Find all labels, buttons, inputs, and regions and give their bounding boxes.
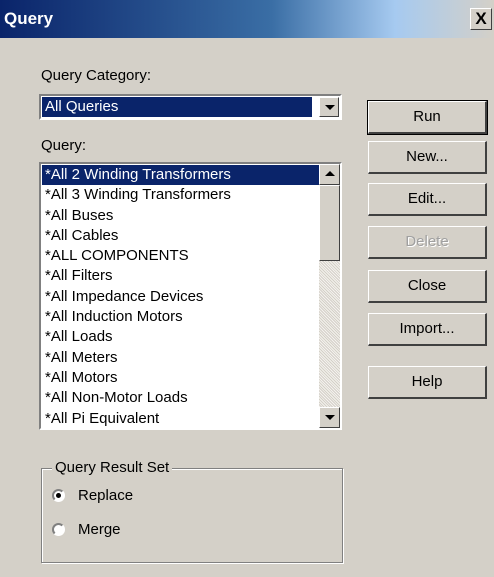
scroll-thumb[interactable] <box>319 185 340 261</box>
query-list-items: *All 2 Winding Transformers *All 3 Windin… <box>42 165 319 428</box>
list-item[interactable]: *All Pi Equivalent <box>42 409 319 428</box>
query-category-value: All Queries <box>42 97 312 117</box>
query-list[interactable]: *All 2 Winding Transformers *All 3 Windin… <box>39 162 342 430</box>
close-icon: X <box>475 9 487 28</box>
list-item[interactable]: *All Buses <box>42 206 319 226</box>
close-button[interactable]: X <box>470 8 492 30</box>
list-item[interactable]: *All Non-Motor Loads <box>42 388 319 408</box>
query-category-select[interactable]: All Queries <box>39 94 342 120</box>
title-bar: Query X <box>0 0 494 38</box>
list-item[interactable]: *All Induction Motors <box>42 307 319 327</box>
scroll-down-button[interactable] <box>319 407 340 428</box>
query-category-label: Query Category: <box>41 67 152 84</box>
radio-merge-label: Merge <box>78 521 121 538</box>
query-result-set-title: Query Result Set <box>52 459 173 476</box>
radio-button[interactable] <box>52 489 65 502</box>
query-list-scrollbar[interactable] <box>319 164 340 428</box>
arrow-down-icon <box>325 415 335 420</box>
run-button[interactable]: Run <box>367 100 488 135</box>
chevron-down-icon <box>325 105 335 110</box>
list-item[interactable]: *ALL COMPONENTS <box>42 246 319 266</box>
list-item[interactable]: *All 3 Winding Transformers <box>42 185 319 205</box>
arrow-up-icon <box>325 171 335 176</box>
list-item[interactable]: *All Impedance Devices <box>42 287 319 307</box>
query-result-set-group: Query Result Set Replace Merge <box>41 459 343 563</box>
list-item[interactable]: *All Meters <box>42 348 319 368</box>
help-button[interactable]: Help <box>368 366 487 399</box>
window-title: Query <box>4 9 54 28</box>
list-item[interactable]: *All Filters <box>42 266 319 286</box>
delete-button: Delete <box>368 226 487 259</box>
new-button[interactable]: New... <box>368 141 487 174</box>
import-button[interactable]: Import... <box>368 313 487 346</box>
radio-selected-dot <box>56 493 61 498</box>
list-item[interactable]: *All Loads <box>42 327 319 347</box>
scroll-up-button[interactable] <box>319 164 340 185</box>
radio-button[interactable] <box>52 523 65 536</box>
list-item[interactable]: *All 2 Winding Transformers <box>42 165 319 186</box>
close-dialog-button[interactable]: Close <box>368 270 487 303</box>
query-category-dropdown-button[interactable] <box>319 97 339 117</box>
list-item[interactable]: *All Cables <box>42 226 319 246</box>
list-item[interactable]: *All Motors <box>42 368 319 388</box>
radio-replace-label: Replace <box>78 487 134 504</box>
edit-button[interactable]: Edit... <box>368 183 487 216</box>
query-list-label: Query: <box>41 137 87 154</box>
